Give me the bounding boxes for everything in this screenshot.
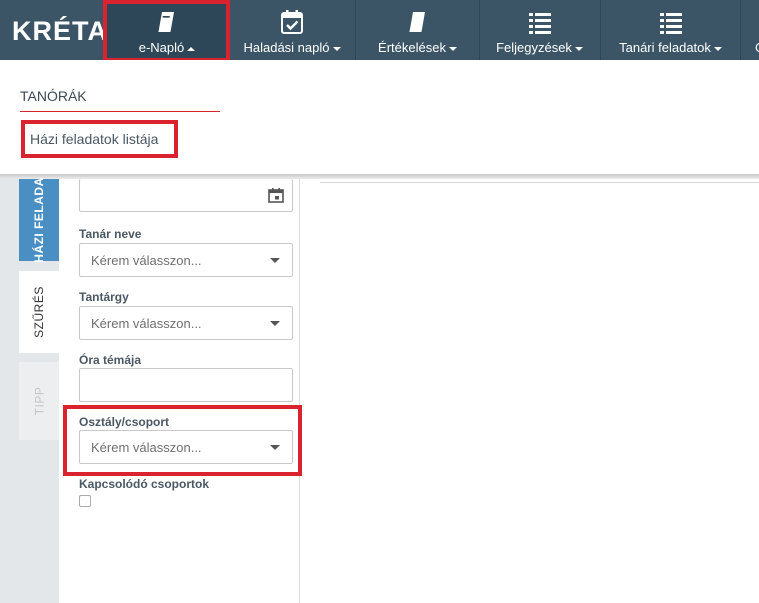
lesson-topic-label: Óra témája: [79, 353, 142, 367]
calendar-check-icon: [281, 10, 303, 34]
nav-label-ertekelesek: Értékelések: [356, 40, 479, 55]
chevron-down-icon: [332, 46, 341, 51]
chevron-down-icon: [713, 46, 722, 51]
related-groups-label: Kapcsolódó csoportok: [79, 477, 210, 491]
subject-label: Tantárgy: [79, 290, 129, 304]
subject-placeholder: Kérem válasszon...: [91, 316, 202, 331]
tab-label-hazi-feladatok: HÁZI FELADA: [32, 177, 46, 263]
nav-item-ertekelesek[interactable]: Értékelések: [355, 0, 479, 60]
book-icon: [158, 12, 174, 32]
tab-szures[interactable]: SZŰRÉS: [19, 271, 59, 353]
teacher-name-select[interactable]: Kérem válasszon...: [79, 243, 293, 277]
related-groups-checkbox[interactable]: [79, 495, 91, 507]
nav-label-feljegyzesek: Feljegyzések: [480, 40, 599, 55]
tab-tipp[interactable]: TIPP: [19, 362, 59, 440]
section-title-tanorak: TANÓRÁK: [20, 88, 87, 104]
nav-item-truncated[interactable]: C: [740, 0, 759, 60]
nav-label-tanari-feladatok: Tanári feladatok: [601, 40, 740, 55]
section-divider: [20, 111, 220, 112]
list-icon: [659, 13, 682, 34]
tab-hazi-feladatok[interactable]: HÁZI FELADA: [19, 177, 59, 263]
nav-item-e-naplo[interactable]: e-Napló: [106, 0, 227, 60]
list-icon: [528, 13, 551, 34]
tab-label-szures: SZŰRÉS: [32, 286, 46, 338]
chevron-down-icon[interactable]: [258, 307, 292, 339]
class-group-placeholder: Kérem válasszon...: [91, 440, 202, 455]
chevron-down-icon[interactable]: [258, 431, 292, 463]
content-top-border: [320, 182, 759, 183]
kreta-logo[interactable]: KRÉTA: [12, 16, 108, 47]
nav-item-haladasi-naplo[interactable]: Haladási napló: [229, 0, 354, 60]
subject-select[interactable]: Kérem válasszon...: [79, 306, 293, 340]
calendar-icon[interactable]: [268, 187, 284, 203]
lesson-topic-input[interactable]: [79, 368, 293, 402]
class-group-select[interactable]: Kérem válasszon...: [79, 430, 293, 464]
nav-label-haladasi-naplo: Haladási napló: [230, 40, 354, 55]
nav-item-tanari-feladatok[interactable]: Tanári feladatok: [600, 0, 740, 60]
caret-up-icon: [187, 46, 196, 51]
date-input[interactable]: [79, 179, 293, 212]
class-group-label: Osztály/csoport: [79, 415, 170, 429]
nav-label-e-naplo: e-Napló: [107, 40, 227, 55]
top-navigation-bar: KRÉTA e-Napló Haladási napló Értékelések: [0, 0, 759, 60]
tab-label-tipp: TIPP: [31, 386, 46, 416]
teacher-name-placeholder: Kérem válasszon...: [91, 253, 202, 268]
menu-link-hazi-feladatok-listaja[interactable]: Házi feladatok listája: [30, 131, 158, 147]
teacher-name-label: Tanár neve: [79, 227, 142, 241]
chevron-down-icon[interactable]: [258, 244, 292, 276]
chevron-down-icon: [574, 46, 583, 51]
e-naplo-dropdown-menu: TANÓRÁK Házi feladatok listája: [0, 60, 759, 174]
chevron-down-icon: [448, 46, 457, 51]
nav-item-feljegyzesek[interactable]: Feljegyzések: [479, 0, 599, 60]
nav-label-truncated: C: [741, 40, 759, 55]
book-icon: [408, 12, 425, 32]
